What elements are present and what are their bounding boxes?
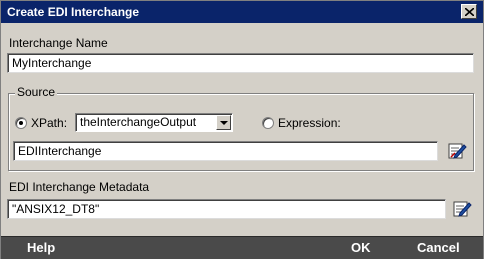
cancel-button[interactable]: Cancel bbox=[417, 237, 460, 259]
xpath-dropdown-value: theInterchangeOutput bbox=[80, 115, 197, 129]
source-value-input[interactable]: EDIInterchange bbox=[13, 141, 438, 161]
button-bar: Help OK Cancel bbox=[1, 236, 483, 259]
interchange-name-input[interactable]: MyInterchange bbox=[7, 53, 474, 73]
expression-label: Expression: bbox=[278, 116, 341, 130]
close-button[interactable] bbox=[461, 4, 477, 19]
xpath-label: XPath: bbox=[31, 116, 68, 130]
close-icon bbox=[465, 8, 474, 16]
source-group-title: Source bbox=[15, 85, 58, 99]
chevron-down-icon[interactable] bbox=[216, 115, 231, 130]
edit-pencil-icon[interactable] bbox=[453, 199, 473, 219]
ok-button[interactable]: OK bbox=[351, 237, 371, 259]
metadata-label: EDI Interchange Metadata bbox=[9, 180, 150, 194]
xpath-dropdown[interactable]: theInterchangeOutput bbox=[75, 113, 233, 132]
edit-pencil-icon[interactable] bbox=[448, 141, 468, 161]
expression-radio[interactable] bbox=[262, 117, 274, 129]
xpath-radio[interactable] bbox=[15, 117, 27, 129]
metadata-input[interactable]: "ANSIX12_DT8" bbox=[7, 199, 446, 219]
create-edi-interchange-dialog: Create EDI Interchange Interchange Name … bbox=[0, 0, 484, 259]
title-bar: Create EDI Interchange bbox=[1, 1, 483, 23]
window-title: Create EDI Interchange bbox=[7, 5, 140, 19]
help-button[interactable]: Help bbox=[27, 237, 55, 259]
interchange-name-label: Interchange Name bbox=[9, 36, 108, 50]
